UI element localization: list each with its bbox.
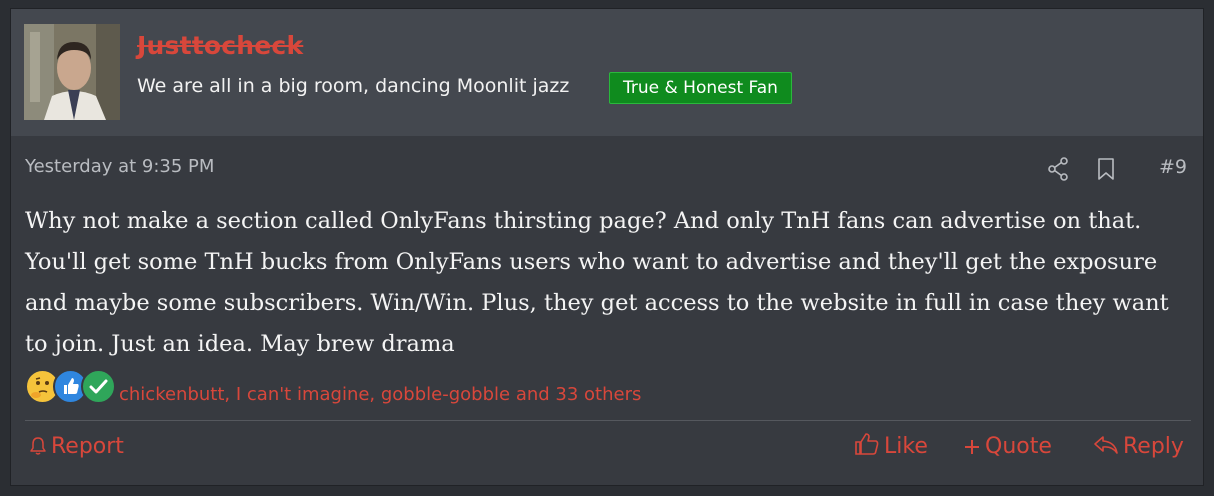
bookmark-icon[interactable] bbox=[1097, 157, 1115, 185]
post-number-link[interactable]: #9 bbox=[1159, 156, 1187, 178]
report-label: Report bbox=[51, 434, 124, 459]
user-banner: True & Honest Fan bbox=[609, 72, 792, 104]
like-button[interactable]: Like bbox=[854, 429, 928, 465]
avatar[interactable] bbox=[24, 24, 120, 120]
checkmark-icon bbox=[81, 369, 116, 404]
user-title: We are all in a big room, dancing Moonli… bbox=[137, 75, 570, 97]
reply-arrow-icon bbox=[1094, 436, 1118, 454]
post-container: Justtocheck We are all in a big room, da… bbox=[10, 8, 1204, 486]
report-button[interactable]: Report bbox=[29, 429, 124, 465]
quote-label: Quote bbox=[985, 434, 1052, 459]
footer-divider bbox=[25, 420, 1191, 421]
post-actions-bar: Report Like Quote Reply bbox=[11, 429, 1203, 469]
quote-button[interactable]: Quote bbox=[963, 429, 1052, 465]
post-header: Justtocheck We are all in a big room, da… bbox=[11, 9, 1203, 136]
reply-button[interactable]: Reply bbox=[1093, 429, 1184, 465]
share-icon[interactable] bbox=[1047, 157, 1069, 185]
thumbs-up-outline-icon bbox=[855, 433, 879, 455]
plus-icon bbox=[965, 440, 979, 454]
like-label: Like bbox=[884, 434, 928, 459]
reply-label: Reply bbox=[1123, 434, 1184, 459]
post-body: Why not make a section called OnlyFans t… bbox=[25, 208, 1169, 357]
username-link[interactable]: Justtocheck bbox=[137, 31, 303, 60]
reaction-summary-link[interactable]: chickenbutt, I can't imagine, gobble-gob… bbox=[119, 384, 641, 405]
post-date-link[interactable]: Yesterday at 9:35 PM bbox=[25, 156, 214, 177]
bell-icon bbox=[30, 437, 46, 455]
